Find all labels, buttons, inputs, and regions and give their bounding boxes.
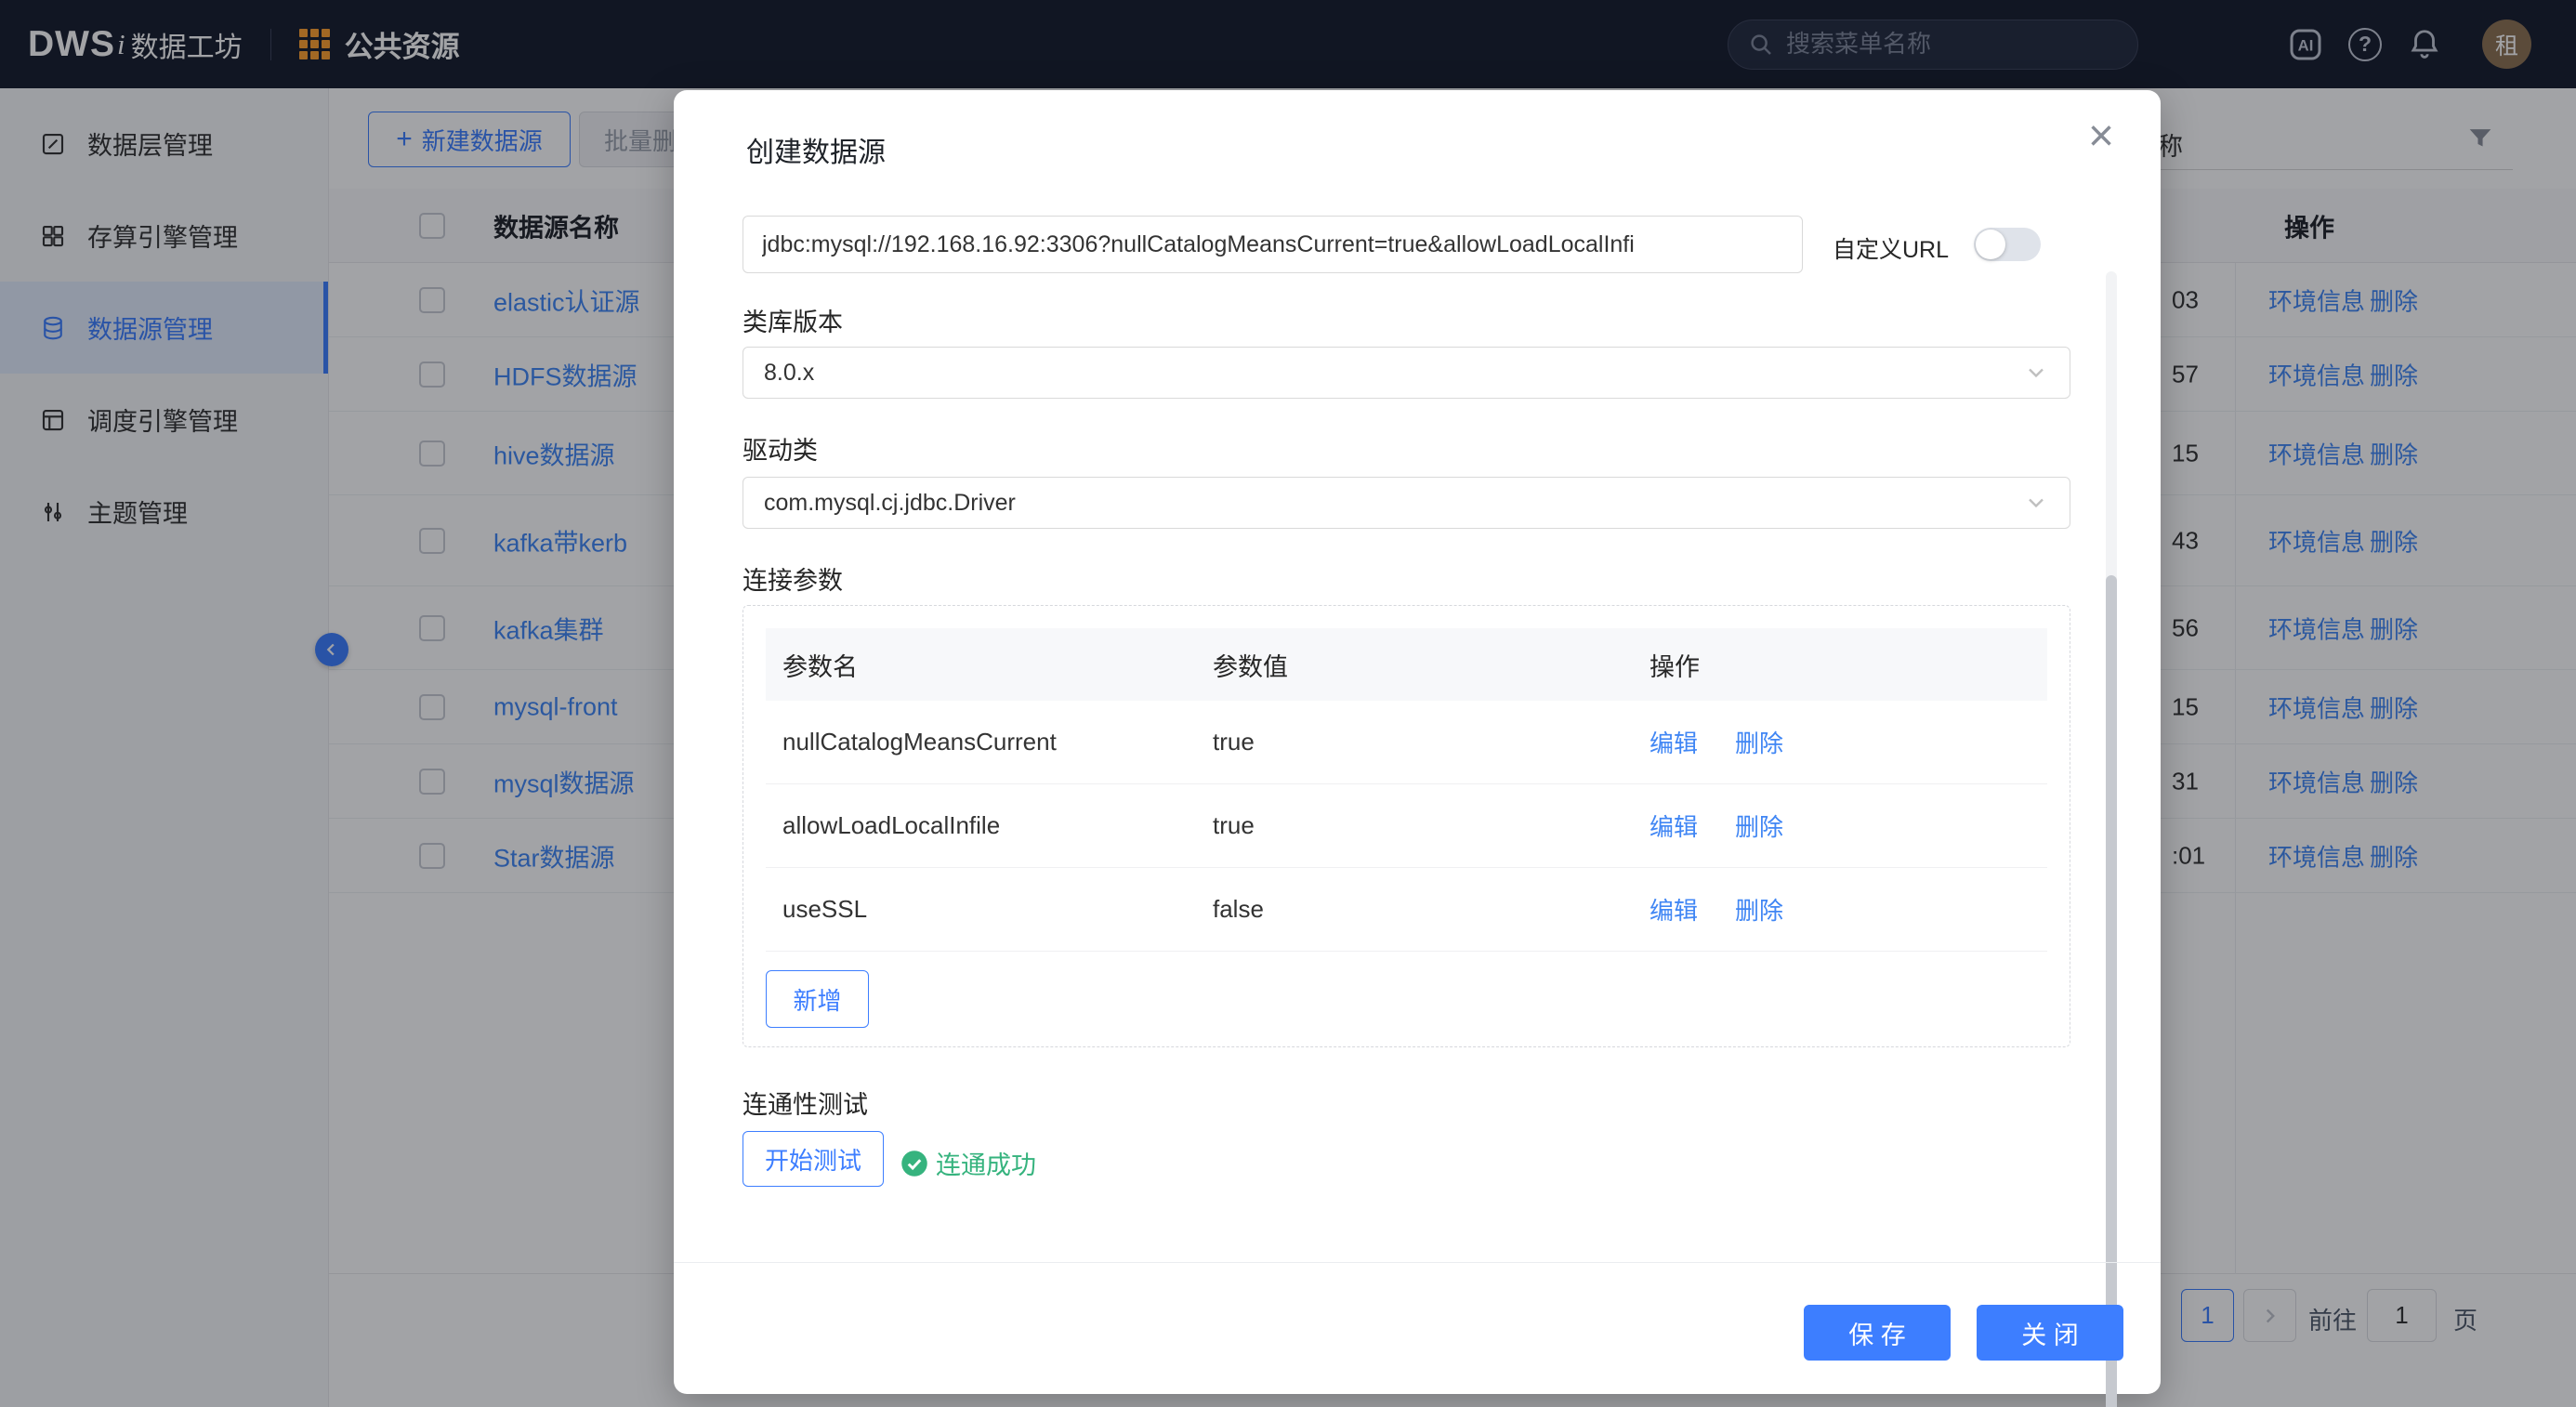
param-edit-link[interactable]: 编辑	[1649, 725, 1698, 759]
modal-footer-divider	[674, 1262, 2161, 1263]
add-param-button[interactable]: 新增	[766, 970, 869, 1028]
modal-scrollbar-track	[2106, 271, 2117, 1407]
toggle-knob	[1976, 230, 2005, 259]
screen: DWS i 数据工坊 公共资源 AI ?	[0, 0, 2576, 1407]
lib-version-label: 类库版本	[743, 309, 843, 336]
param-value: true	[1213, 728, 1255, 756]
close-icon[interactable]: ×	[2088, 114, 2114, 159]
lib-version-value: 8.0.x	[764, 359, 815, 386]
param-delete-link[interactable]: 删除	[1735, 892, 1783, 927]
param-row: nullCatalogMeansCurrent true 编辑 删除	[766, 701, 2047, 784]
custom-url-toggle[interactable]	[1974, 228, 2041, 261]
param-edit-link[interactable]: 编辑	[1649, 809, 1698, 843]
modal-title: 创建数据源	[746, 138, 886, 168]
close-button[interactable]: 关 闭	[1977, 1305, 2123, 1361]
test-result: 连通成功	[900, 1145, 1036, 1181]
check-circle-icon	[901, 1150, 927, 1177]
param-name: useSSL	[782, 895, 868, 923]
param-value: true	[1213, 811, 1255, 839]
param-delete-link[interactable]: 删除	[1735, 725, 1783, 759]
jdbc-url-input[interactable]	[743, 216, 1803, 273]
conn-test-label: 连通性测试	[743, 1091, 868, 1119]
param-edit-link[interactable]: 编辑	[1649, 892, 1698, 927]
param-col-name: 参数名	[782, 652, 858, 681]
param-row: allowLoadLocalInfile true 编辑 删除	[766, 784, 2047, 868]
modal-scrollbar-thumb[interactable]	[2106, 575, 2117, 1407]
custom-url-label: 自定义URL	[1833, 237, 1950, 263]
param-name: nullCatalogMeansCurrent	[782, 728, 1057, 756]
create-datasource-modal: 创建数据源 × 自定义URL 类库版本 8.0.x 驱动类 com.mysql.…	[674, 90, 2161, 1407]
param-col-value: 参数值	[1213, 652, 1288, 681]
lib-version-select[interactable]: 8.0.x	[743, 347, 2070, 399]
driver-class-select[interactable]: com.mysql.cj.jdbc.Driver	[743, 477, 2070, 529]
conn-params-label: 连接参数	[743, 567, 843, 595]
chevron-down-icon	[2023, 490, 2049, 516]
start-test-button[interactable]: 开始测试	[743, 1131, 884, 1187]
param-col-ops: 操作	[1649, 652, 1700, 681]
driver-class-label: 驱动类	[743, 437, 818, 465]
conn-params-panel: 参数名 参数值 操作 nullCatalogMeansCurrent true …	[743, 605, 2070, 1047]
param-table-header: 参数名 参数值 操作	[766, 628, 2047, 701]
param-row: useSSL false 编辑 删除	[766, 868, 2047, 952]
chevron-down-icon	[2023, 360, 2049, 386]
driver-class-value: com.mysql.cj.jdbc.Driver	[764, 489, 1016, 516]
save-button[interactable]: 保 存	[1804, 1305, 1951, 1361]
test-success-text: 连通成功	[936, 1151, 1036, 1179]
param-name: allowLoadLocalInfile	[782, 811, 1001, 839]
param-value: false	[1213, 895, 1264, 923]
param-delete-link[interactable]: 删除	[1735, 809, 1783, 843]
